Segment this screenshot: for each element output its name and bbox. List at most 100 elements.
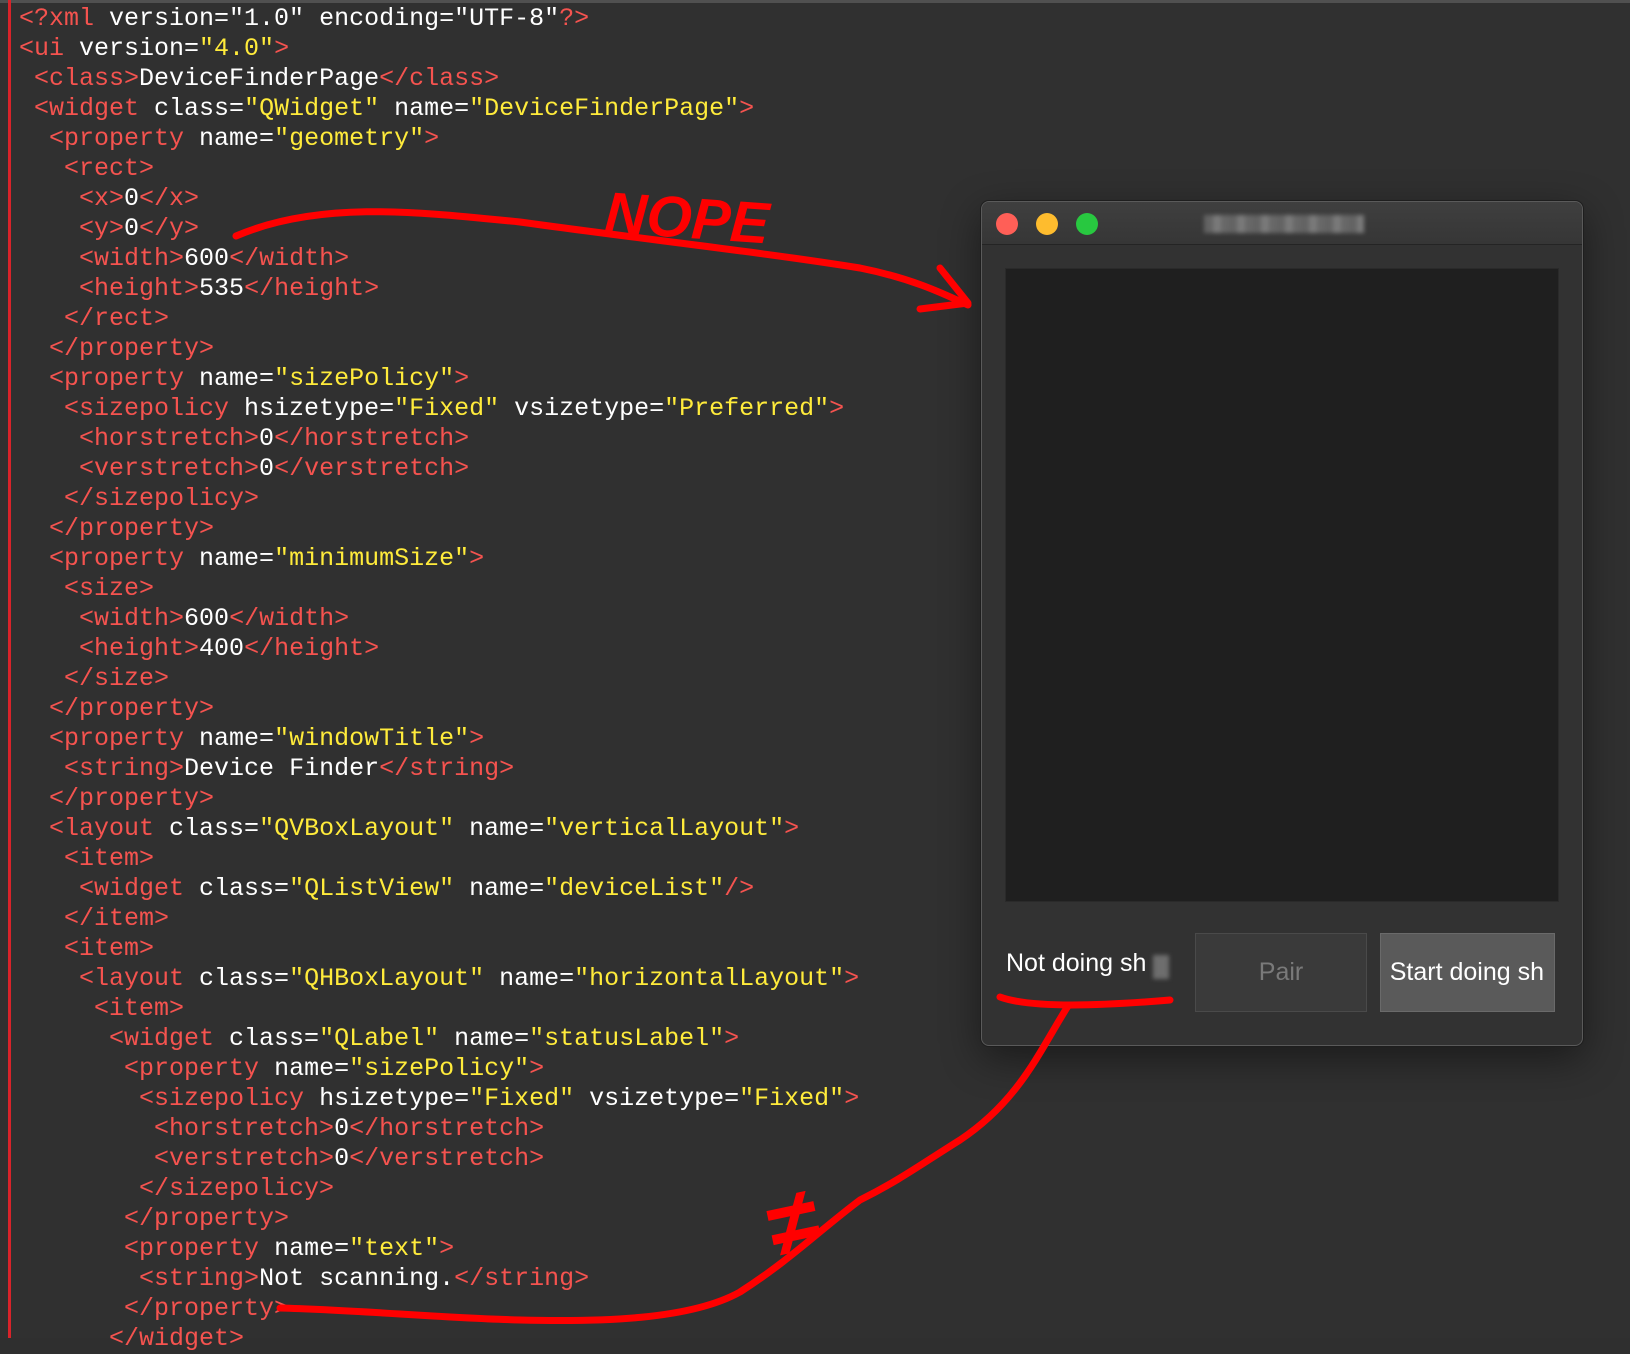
- start-button[interactable]: Start doing sh: [1380, 933, 1555, 1012]
- close-window-button[interactable]: [996, 213, 1018, 235]
- code-token: name=: [484, 964, 575, 993]
- window-titlebar[interactable]: [982, 202, 1582, 245]
- device-list[interactable]: [1005, 268, 1559, 902]
- code-line: </sizepolicy>: [19, 484, 859, 514]
- code-token: </string>: [454, 1264, 590, 1293]
- code-token: >: [844, 964, 860, 993]
- code-token: <rect>: [64, 154, 155, 183]
- code-token: </x>: [139, 184, 200, 213]
- code-token: <widget: [79, 874, 200, 903]
- code-token: <item>: [94, 994, 185, 1023]
- code-line: <horstretch>0</horstretch>: [19, 1114, 859, 1144]
- code-token: encoding=: [319, 4, 455, 33]
- code-line: <property name="windowTitle">: [19, 724, 859, 754]
- code-token: </verstretch>: [349, 1144, 545, 1173]
- code-token: </height>: [244, 274, 380, 303]
- code-token: <property: [49, 124, 200, 153]
- code-line: <verstretch>0</verstretch>: [19, 1144, 859, 1174]
- code-token: "Fixed": [394, 394, 500, 423]
- code-line: <sizepolicy hsizetype="Fixed" vsizetype=…: [19, 1084, 859, 1114]
- code-token: <sizepolicy: [64, 394, 245, 423]
- code-token: DeviceFinderPage: [139, 64, 380, 93]
- pair-button[interactable]: Pair: [1195, 933, 1367, 1012]
- code-token: "sizePolicy": [274, 364, 455, 393]
- code-token: 400: [199, 634, 245, 663]
- code-token: name=: [199, 544, 275, 573]
- code-token: </property>: [49, 784, 215, 813]
- editor-margin-line: [8, 0, 11, 1338]
- code-token: Device Finder: [184, 754, 380, 783]
- code-token: name=: [379, 94, 470, 123]
- code-token: "minimumSize": [274, 544, 470, 573]
- code-token: </property>: [124, 1204, 290, 1233]
- code-line: </rect>: [19, 304, 859, 334]
- code-token: "Preferred": [664, 394, 830, 423]
- code-token: "text": [349, 1234, 440, 1263]
- code-token: <property: [124, 1234, 275, 1263]
- code-token: version=: [109, 4, 230, 33]
- code-token: vsizetype=: [574, 1084, 740, 1113]
- code-token: name=: [454, 874, 545, 903]
- code-token: vsizetype=: [499, 394, 665, 423]
- code-token: </sizepolicy>: [64, 484, 260, 513]
- code-token: <?xml: [19, 4, 110, 33]
- code-token: >: [274, 34, 290, 63]
- code-token: 0: [259, 454, 275, 483]
- device-finder-window[interactable]: Not doing sh Pair Start doing sh: [981, 201, 1583, 1046]
- code-text[interactable]: <?xml version="1.0" encoding="UTF-8"?> <u…: [19, 4, 859, 1354]
- code-token: <layout: [49, 814, 170, 843]
- code-token: "horizontalLayout": [574, 964, 845, 993]
- code-token: >: [454, 364, 470, 393]
- code-token: >: [829, 394, 845, 423]
- code-token: </item>: [64, 904, 170, 933]
- status-label-redacted-part: [1153, 955, 1169, 979]
- code-token: </height>: [244, 634, 380, 663]
- code-line: <height>400</height>: [19, 634, 859, 664]
- code-token: <property: [49, 364, 200, 393]
- code-token: <property: [124, 1054, 275, 1083]
- code-token: class=: [199, 964, 290, 993]
- code-token: "Fixed": [739, 1084, 845, 1113]
- code-line: </property>: [19, 784, 859, 814]
- code-line: </widget>: [19, 1324, 859, 1354]
- code-token: ?>: [559, 4, 590, 33]
- code-token: version=: [79, 34, 200, 63]
- code-token: </size>: [64, 664, 170, 693]
- code-line: <widget class="QWidget" name="DeviceFind…: [19, 94, 859, 124]
- code-token: name=: [199, 124, 275, 153]
- code-token: hsizetype=: [319, 1084, 470, 1113]
- code-token: </property>: [49, 514, 215, 543]
- code-token: "geometry": [274, 124, 425, 153]
- code-token: <string>: [139, 1264, 260, 1293]
- code-token: 535: [199, 274, 245, 303]
- code-line: <x>0</x>: [19, 184, 859, 214]
- minimize-window-button[interactable]: [1036, 213, 1058, 235]
- code-token: <item>: [64, 844, 155, 873]
- code-token: </property>: [49, 694, 215, 723]
- code-token: <layout: [79, 964, 200, 993]
- code-token: "Fixed": [469, 1084, 575, 1113]
- code-token: name=: [199, 364, 275, 393]
- code-line: <layout class="QVBoxLayout" name="vertic…: [19, 814, 859, 844]
- maximize-window-button[interactable]: [1076, 213, 1098, 235]
- editor-top-border: [0, 0, 1630, 3]
